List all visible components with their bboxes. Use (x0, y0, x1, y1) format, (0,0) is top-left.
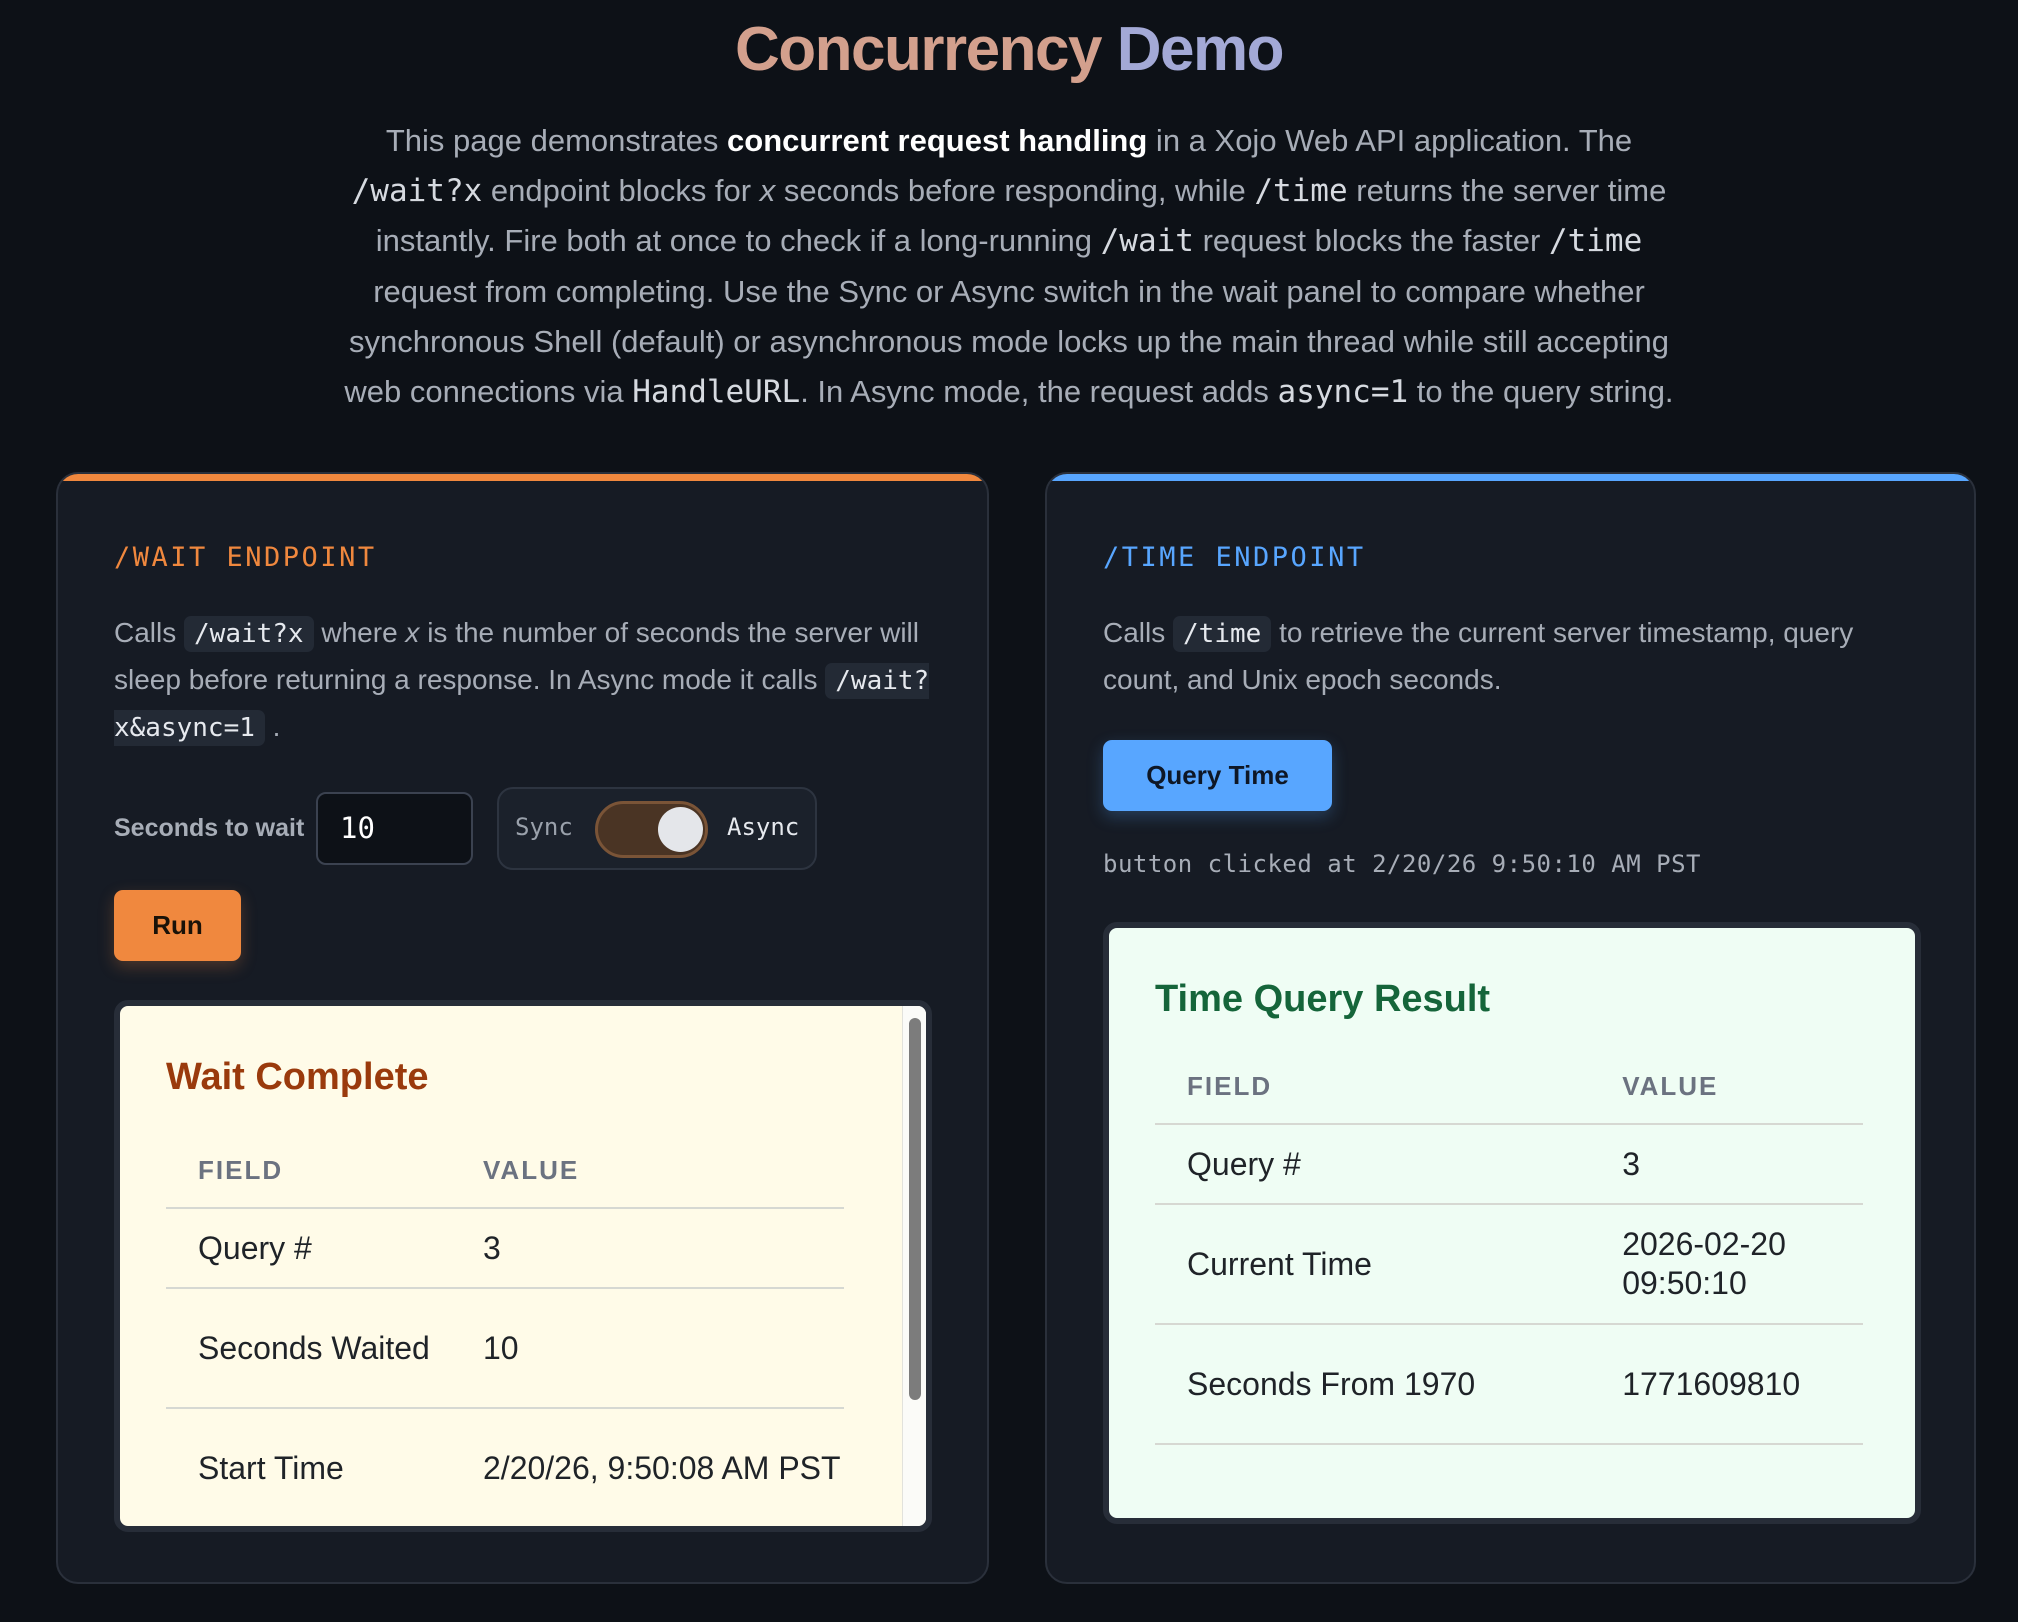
intro-code: /time (1548, 223, 1643, 260)
async-label: Async (727, 813, 800, 841)
field-cell: Query # (166, 1208, 451, 1289)
intro-text: This page demonstrates (385, 123, 728, 158)
intro-code: async=1 (1277, 374, 1409, 411)
table-header-row: FIELD VALUE (166, 1134, 844, 1209)
column-header-field: FIELD (166, 1134, 451, 1209)
table-row: Seconds From 1970 1771609810 (1155, 1324, 1863, 1445)
query-time-button[interactable]: Query Time (1103, 740, 1332, 811)
intro-text: endpoint blocks for (482, 173, 760, 209)
button-clicked-status: button clicked at 2/20/26 9:50:10 AM PST (1103, 850, 1701, 878)
column-header-field: FIELD (1155, 1050, 1591, 1125)
intro-code: HandleURL (632, 374, 801, 411)
wait-panel-description: Calls /wait?x where x is the number of s… (114, 610, 934, 751)
table-row: Start Time 2/20/26, 9:50:08 AM PST (166, 1408, 844, 1526)
intro-text: seconds before responding, while (775, 173, 1255, 209)
field-cell: Seconds From 1970 (1155, 1324, 1591, 1445)
field-cell: Seconds Waited (166, 1288, 451, 1409)
desc-italic: x (405, 617, 420, 648)
table-row: Seconds Waited 10 (166, 1288, 844, 1409)
field-cell: Query # (1155, 1124, 1591, 1205)
wait-result-card: Wait Complete FIELD VALUE Query # 3 Seco… (114, 1000, 932, 1532)
intro-code: /wait?x (351, 173, 483, 210)
sync-label: Sync (515, 813, 573, 841)
code-chip: /wait?x (184, 616, 314, 652)
run-button[interactable]: Run (114, 890, 241, 961)
time-panel-heading: /TIME ENDPOINT (1103, 542, 1366, 573)
desc-text: . (264, 711, 281, 742)
field-cell: Start Time (166, 1408, 451, 1526)
time-result-table: FIELD VALUE Query # 3 Current Time 2026-… (1155, 1050, 1863, 1445)
page-title-part2: Demo (1116, 15, 1285, 84)
time-result-title: Time Query Result (1155, 978, 1491, 1020)
page-title-part1: Concurrency (735, 15, 1102, 84)
wait-result-title: Wait Complete (166, 1056, 429, 1098)
scrollbar-thumb[interactable] (909, 1018, 921, 1400)
value-cell: 3 (1590, 1124, 1863, 1205)
wait-panel-accent-bar (58, 474, 987, 481)
seconds-to-wait-label: Seconds to wait (114, 814, 305, 842)
table-row: Query # 3 (166, 1208, 844, 1289)
intro-code: /wait (1100, 223, 1194, 260)
desc-text: Calls (1103, 617, 1174, 648)
value-cell: 3 (451, 1208, 844, 1289)
intro-text: in a Xojo Web API application. The (1147, 123, 1633, 158)
value-cell: 2/20/26, 9:50:08 AM PST (451, 1408, 844, 1526)
value-cell: 10 (451, 1288, 844, 1409)
page-title: Concurrency Demo (0, 14, 2018, 85)
table-row: Query # 3 (1155, 1124, 1863, 1205)
table-row: Current Time 2026-02-20 09:50:10 (1155, 1204, 1863, 1325)
wait-panel: /WAIT ENDPOINT Calls /wait?x where x is … (56, 472, 989, 1584)
switch-knob (658, 807, 703, 852)
column-header-value: VALUE (451, 1134, 844, 1209)
value-cell: 1771609810 (1590, 1324, 1863, 1445)
time-panel-description: Calls /time to retrieve the current serv… (1103, 610, 1923, 703)
table-header-row: FIELD VALUE (1155, 1050, 1863, 1125)
intro-bold: concurrent request handling (727, 123, 1148, 158)
wait-panel-heading: /WAIT ENDPOINT (114, 542, 377, 573)
intro-text: to the query string. (1408, 374, 1674, 410)
value-cell: 2026-02-20 09:50:10 (1590, 1204, 1863, 1325)
result-scrollbar[interactable] (902, 1006, 926, 1526)
column-header-value: VALUE (1590, 1050, 1863, 1125)
time-panel: /TIME ENDPOINT Calls /time to retrieve t… (1045, 472, 1976, 1584)
intro-italic: x (759, 173, 776, 209)
desc-text: where (313, 617, 406, 648)
sync-async-toggle-group: Sync Async (497, 787, 817, 870)
intro-text: request blocks the faster (1193, 223, 1549, 259)
field-cell: Current Time (1155, 1204, 1591, 1325)
time-result-card: Time Query Result FIELD VALUE Query # 3 … (1103, 922, 1921, 1524)
intro-code: /time (1254, 173, 1348, 210)
wait-result-table: FIELD VALUE Query # 3 Seconds Waited 10 … (166, 1134, 844, 1526)
sync-async-switch[interactable] (595, 801, 708, 858)
code-chip: /time (1173, 616, 1272, 652)
intro-text: . In Async mode, the request adds (800, 374, 1278, 410)
seconds-to-wait-input[interactable]: 10 (316, 792, 473, 865)
intro-paragraph: This page demonstrates concurrent reques… (330, 116, 1688, 417)
time-panel-accent-bar (1047, 474, 1974, 481)
desc-text: Calls (114, 617, 185, 648)
